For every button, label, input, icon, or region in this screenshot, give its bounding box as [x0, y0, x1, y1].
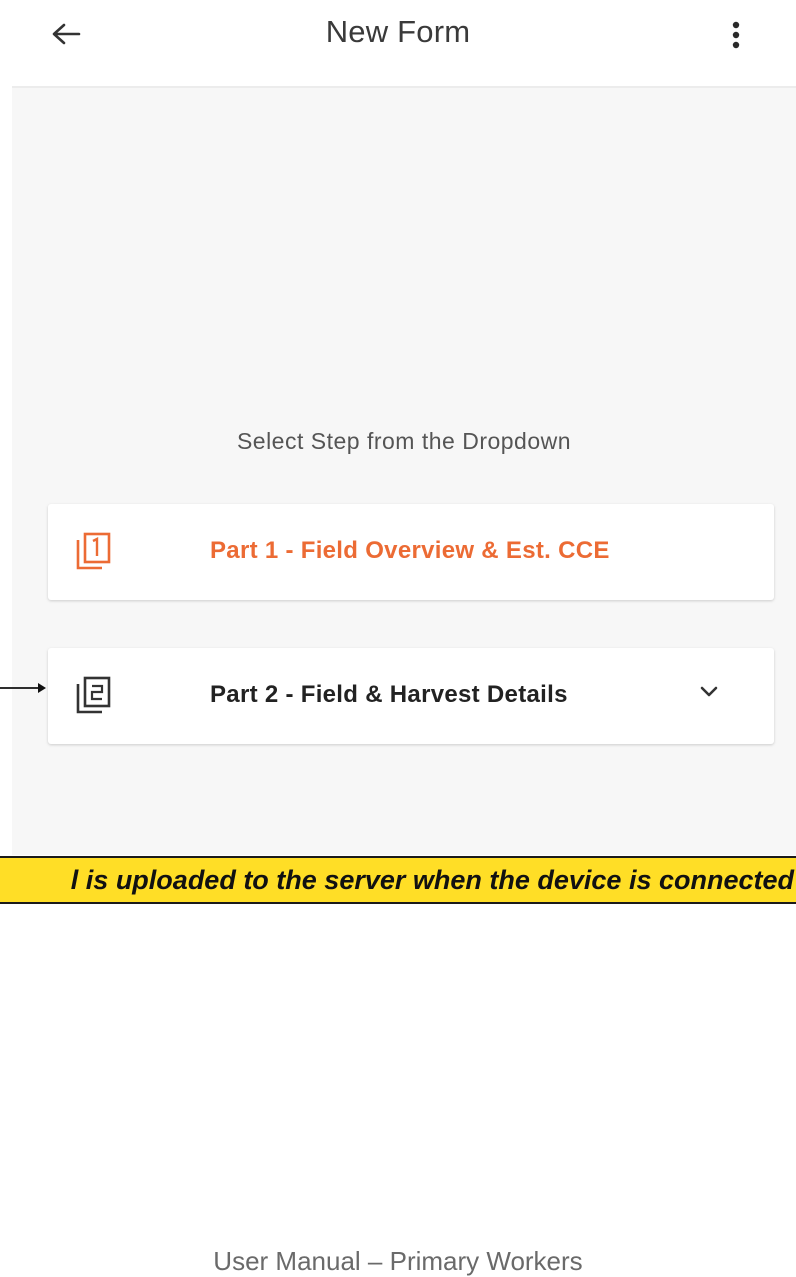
note-banner: l is uploaded to the server when the dev… — [0, 856, 796, 904]
step-prompt: Select Step from the Dropdown — [236, 428, 572, 454]
step-label: Part 1 - Field Overview & Est. CCE — [210, 537, 610, 564]
step-label: Part 2 - Field & Harvest Details — [210, 681, 568, 708]
page-title: New Form — [325, 14, 471, 49]
step-1-icon — [76, 532, 111, 570]
step-part-1[interactable]: Part 1 - Field Overview & Est. CCE — [48, 504, 774, 600]
step-part-2[interactable]: Part 2 - Field & Harvest Details — [48, 648, 774, 744]
form-content: Select Step from the Dropdown Part 1 - F… — [12, 86, 796, 855]
overflow-menu-button[interactable] — [712, 8, 760, 62]
footer-text: User Manual – Primary Workers — [213, 1246, 583, 1276]
app-bar: New Form — [0, 0, 796, 86]
note-text: l is uploaded to the server when the dev… — [70, 864, 794, 895]
step-2-icon — [76, 676, 111, 714]
more-vertical-icon — [732, 21, 740, 49]
chevron-down-icon[interactable] — [698, 682, 720, 702]
pointer-arrow-icon — [0, 683, 46, 693]
